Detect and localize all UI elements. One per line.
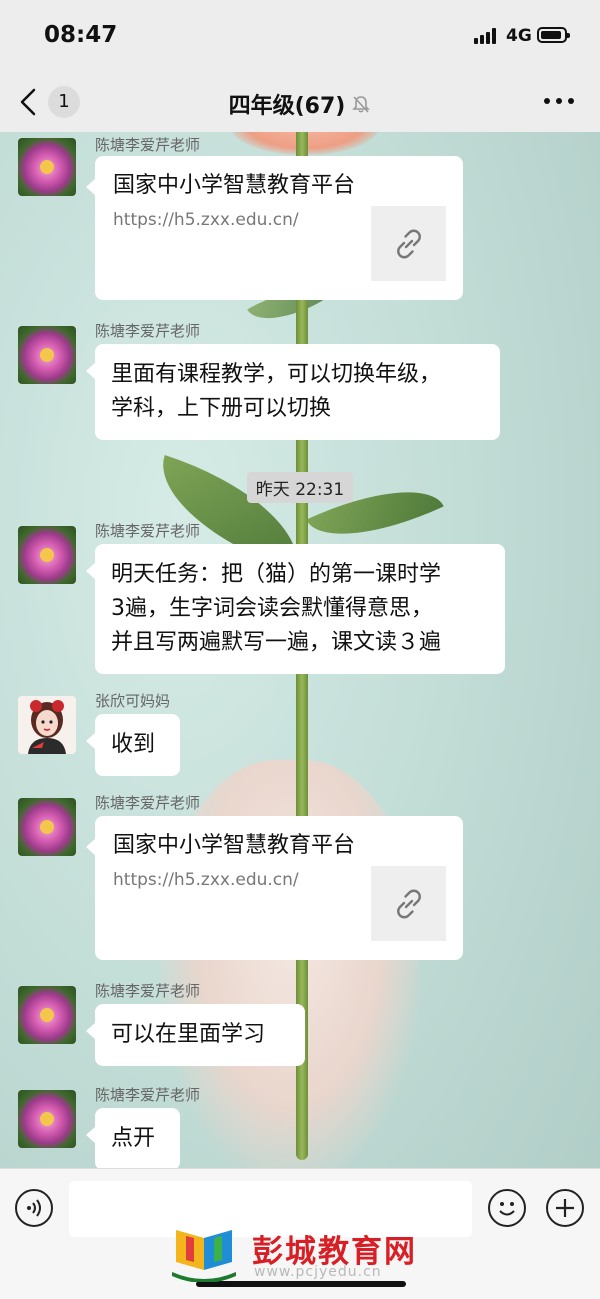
sender-name: 张欣可妈妈	[95, 692, 171, 710]
sender-name: 陈塘李爱芹老师	[95, 322, 201, 340]
time-separator: 昨天 22:31	[0, 472, 600, 503]
battery-icon	[537, 27, 570, 43]
sender-avatar[interactable]	[18, 986, 76, 1044]
emoji-icon	[499, 1202, 515, 1216]
message-text-line: 可以在里面学习	[111, 1022, 266, 1047]
book-logo-icon	[172, 1230, 236, 1282]
watermark-url: www.pcjyedu.cn	[254, 1264, 382, 1280]
time-separator-text: 昨天 22:31	[246, 472, 354, 503]
signal-icon	[474, 28, 500, 44]
voice-icon	[27, 1199, 41, 1217]
watermark: 彭城教育网 www.pcjyedu.cn	[168, 1220, 438, 1290]
sender-avatar[interactable]	[18, 326, 76, 384]
link-icon	[397, 229, 421, 259]
chat-header: 1 四年级(67)	[0, 72, 600, 132]
link-title: 国家中小学智慧教育平台	[113, 173, 356, 198]
sender-avatar[interactable]	[18, 696, 76, 754]
link-thumbnail	[371, 866, 446, 941]
sender-name: 陈塘李爱芹老师	[95, 1086, 201, 1104]
mute-bell-icon	[352, 96, 371, 113]
message-bubble[interactable]: 收到	[86, 714, 180, 776]
message-bubble[interactable]: 可以在里面学习	[86, 1004, 305, 1066]
message-text-line: 明天任务：把（猫）的第一课时学	[111, 562, 442, 587]
sender-avatar[interactable]	[18, 138, 76, 196]
message-list[interactable]: 陈塘李爱芹老师 国家中小学智慧教育平台 https://h5.zxx.edu.c…	[0, 132, 600, 1168]
message-text-line: 学科，上下册可以切换	[111, 396, 332, 421]
status-bar: 08:47 4G	[0, 0, 600, 72]
plus-icon	[556, 1199, 574, 1217]
sender-avatar[interactable]	[18, 1090, 76, 1148]
link-thumbnail	[371, 206, 446, 281]
girl-avatar-icon	[28, 700, 66, 754]
sender-name: 陈塘李爱芹老师	[95, 794, 201, 812]
status-time: 08:47	[44, 22, 118, 48]
more-button[interactable]	[544, 98, 574, 108]
network-type: 4G	[506, 26, 532, 46]
message-text-line: 收到	[111, 732, 156, 757]
message-text-line: 点开	[111, 1126, 156, 1151]
sender-name: 陈塘李爱芹老师	[95, 982, 201, 1000]
voice-button[interactable]	[15, 1189, 53, 1227]
sender-avatar[interactable]	[18, 526, 76, 584]
message-bubble[interactable]: 明天任务：把（猫）的第一课时学 3遍，生字词会读会默懂得意思， 并且写两遍默写一…	[86, 544, 505, 674]
link-icon	[397, 889, 421, 919]
message-bubble[interactable]: 点开	[86, 1108, 180, 1168]
message-text-line: 并且写两遍默写一遍，课文读３遍	[111, 630, 442, 655]
group-title: 四年级(67)	[228, 94, 346, 119]
message-text-line: 里面有课程教学，可以切换年级，	[111, 362, 442, 387]
message-text-line: 3遍，生字词会读会默懂得意思，	[111, 596, 433, 621]
link-card[interactable]: 国家中小学智慧教育平台 https://h5.zxx.edu.cn/	[86, 816, 463, 960]
sender-name: 陈塘李爱芹老师	[95, 522, 201, 540]
message-bubble[interactable]: 里面有课程教学，可以切换年级， 学科，上下册可以切换	[86, 344, 500, 440]
sender-name: 陈塘李爱芹老师	[95, 136, 201, 154]
emoji-button[interactable]	[488, 1189, 526, 1227]
plus-button[interactable]	[546, 1189, 584, 1227]
sender-avatar[interactable]	[18, 798, 76, 856]
link-card[interactable]: 国家中小学智慧教育平台 https://h5.zxx.edu.cn/	[86, 156, 463, 300]
link-title: 国家中小学智慧教育平台	[113, 833, 356, 858]
